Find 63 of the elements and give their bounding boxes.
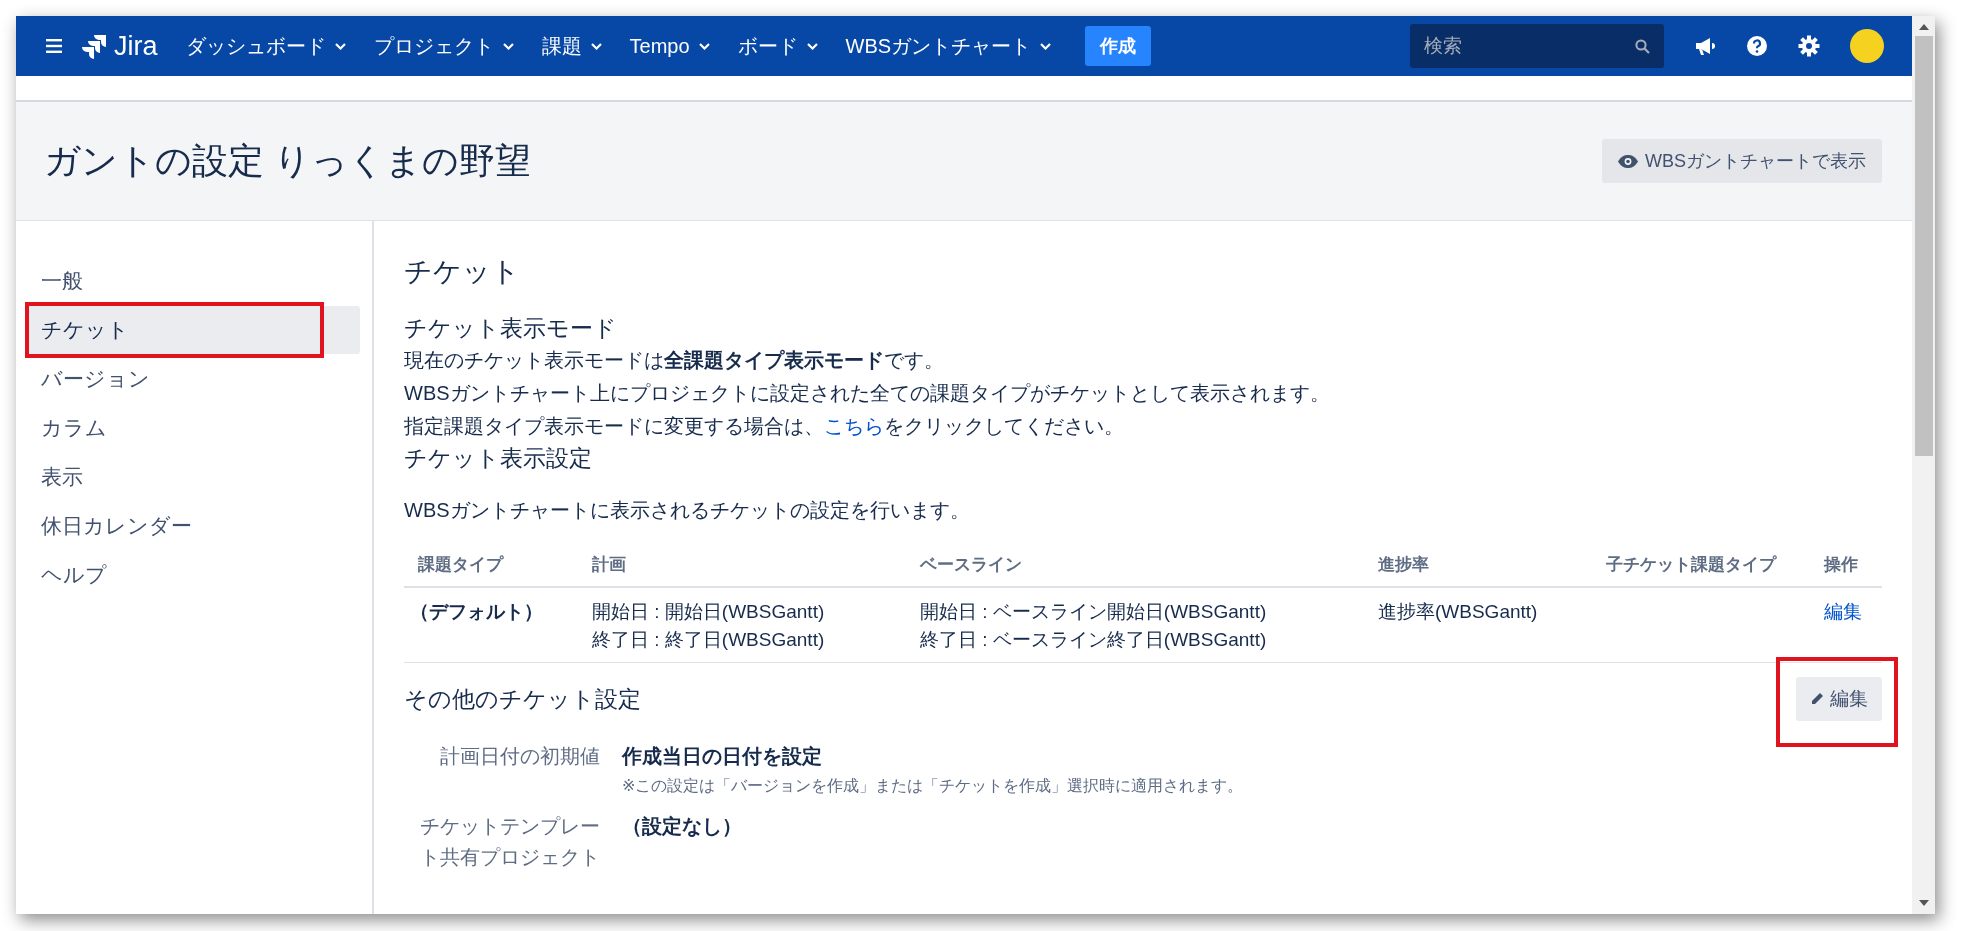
subsection-heading: チケット表示設定 xyxy=(404,444,593,473)
mode-change-link[interactable]: こちら xyxy=(824,415,884,437)
scrollbar[interactable] xyxy=(1912,16,1935,914)
chevron-down-icon xyxy=(806,42,818,50)
scroll-up-icon[interactable] xyxy=(1918,24,1929,30)
sidebar-item[interactable]: カラム xyxy=(26,404,360,452)
field-value: 作成当日の日付を設定 xyxy=(622,744,823,769)
subsection-heading: チケット表示モード xyxy=(404,314,618,343)
logo-text[interactable]: Jira xyxy=(114,30,158,62)
help-icon[interactable] xyxy=(1746,35,1768,57)
eye-icon xyxy=(1618,154,1638,168)
table-cell: （デフォルト） xyxy=(404,587,578,663)
megaphone-icon[interactable] xyxy=(1694,36,1716,56)
edit-button[interactable]: 編集 xyxy=(1796,677,1882,721)
column-header: 進捗率 xyxy=(1364,549,1592,587)
description-text: 現在のチケット表示モードは全課題タイプ表示モードです。 xyxy=(404,348,945,373)
view-gantt-button[interactable]: WBSガントチャートで表示 xyxy=(1602,139,1882,183)
scrollbar-thumb[interactable] xyxy=(1914,36,1933,456)
table-cell: 開始日 : 開始日(WBSGantt) 終了日 : 終了日(WBSGantt) xyxy=(578,587,906,663)
field-label: 計画日付の初期値 xyxy=(439,744,600,769)
section-title: チケット xyxy=(404,255,521,289)
nav-menu[interactable]: ボード xyxy=(737,32,818,60)
nav-menu[interactable]: 課題 xyxy=(541,32,602,60)
chevron-down-icon xyxy=(502,42,514,50)
chevron-down-icon xyxy=(590,42,602,50)
subsection-heading: その他のチケット設定 xyxy=(404,684,641,714)
description-text: 指定課題タイプ表示モードに変更する場合は、こちら をクリックしてください。 xyxy=(404,414,1125,439)
nav-menu[interactable]: ダッシュボード xyxy=(185,32,346,60)
column-header: 課題タイプ xyxy=(404,549,578,587)
field-value: （設定なし） xyxy=(622,814,742,839)
user-avatar[interactable] xyxy=(1850,29,1884,63)
search-icon xyxy=(1635,39,1650,54)
sidebar-item[interactable]: バージョン xyxy=(26,355,360,403)
sidebar-item[interactable]: 一般 xyxy=(26,257,360,305)
page-title: ガントの設定 りっくまの野望 xyxy=(44,138,531,183)
nav-menu[interactable]: Tempo xyxy=(629,34,710,58)
description-text: WBSガントチャート上にプロジェクトに設定された全ての課題タイプがチケットとして表示されます。 xyxy=(404,381,1331,406)
table-cell: 開始日 : ベースライン開始日(WBSGantt) 終了日 : ベースライン終了日(WBSGantt) xyxy=(906,587,1364,663)
column-header: ベースライン xyxy=(906,549,1364,587)
chevron-down-icon xyxy=(1040,42,1052,50)
field-note: ※この設定は「バージョンを作成」または「チケットを作成」選択時に適用されます。 xyxy=(622,776,1244,796)
sidebar-item[interactable]: 休日カレンダー xyxy=(26,502,360,550)
field-label: チケットテンプレート共有プロジェクト xyxy=(419,814,600,870)
nav-menu[interactable]: WBSガントチャート xyxy=(845,32,1052,60)
description-text: WBSガントチャートに表示されるチケットの設定を行います。 xyxy=(404,498,971,523)
column-header: 子チケット課題タイプ xyxy=(1592,549,1810,587)
menu-icon[interactable] xyxy=(46,39,62,53)
chevron-down-icon xyxy=(698,42,710,50)
logo-icon xyxy=(82,33,108,59)
create-button[interactable]: 作成 xyxy=(1085,26,1152,66)
pencil-icon xyxy=(1810,692,1824,706)
edit-link[interactable]: 編集 xyxy=(1823,601,1862,622)
sidebar-item[interactable]: チケット xyxy=(26,306,360,354)
column-header: 操作 xyxy=(1809,549,1882,587)
settings-icon[interactable] xyxy=(1798,35,1820,57)
sidebar-item[interactable]: ヘルプ xyxy=(26,551,360,599)
chevron-down-icon xyxy=(334,42,346,50)
table-cell: 進捗率(WBSGantt) xyxy=(1364,587,1592,663)
search-field[interactable]: 検索 xyxy=(1410,24,1664,68)
scroll-down-icon[interactable] xyxy=(1918,900,1929,906)
sidebar-item[interactable]: 表示 xyxy=(26,453,360,501)
column-header: 計画 xyxy=(578,549,906,587)
nav-menu[interactable]: プロジェクト xyxy=(373,32,514,60)
